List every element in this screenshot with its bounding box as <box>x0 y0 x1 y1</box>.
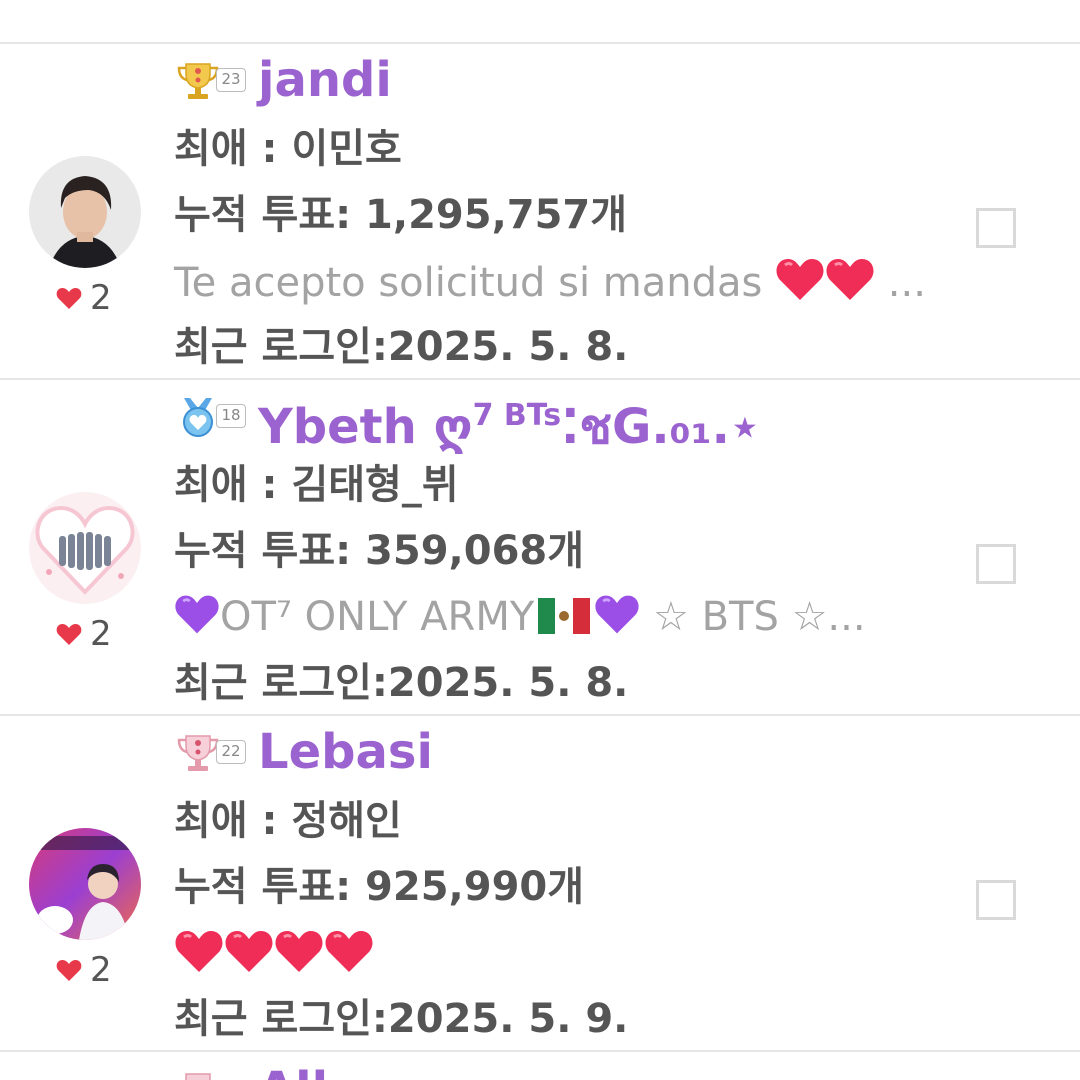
avatar[interactable] <box>29 492 141 604</box>
blue-heart-medal-icon: 18 <box>176 394 248 438</box>
red-heart-icon <box>175 931 223 972</box>
total-votes: 누적 투표: 359,068개 <box>174 528 585 574</box>
like-count: 2 <box>90 278 112 318</box>
total-votes: 누적 투표: 925,990개 <box>174 864 585 910</box>
gold-trophy-icon: 23 <box>176 58 248 102</box>
like-counter[interactable]: 2 <box>56 950 112 990</box>
status-message <box>174 928 374 980</box>
mexico-flag-icon <box>538 598 591 634</box>
last-login: 최근 로그인:2025. 5. 8. <box>174 324 629 370</box>
red-heart-icon <box>826 259 874 300</box>
heart-icon <box>56 624 82 645</box>
like-count: 2 <box>90 950 112 990</box>
like-counter[interactable]: 2 <box>56 278 112 318</box>
status-message: Te acepto solicitud si mandas ... <box>174 256 926 308</box>
previous-row-partial <box>0 0 1080 44</box>
select-checkbox[interactable] <box>976 208 1016 248</box>
level-badge: 18 <box>216 404 246 428</box>
heart-icon <box>56 960 82 981</box>
next-row-partial: All <box>0 1052 1080 1080</box>
next-username-fragment: All <box>258 1062 328 1080</box>
select-checkbox[interactable] <box>976 880 1016 920</box>
user-row[interactable]: 2 23 jandi 최애 : 이민호 누적 투표: 1,295,757개 Te… <box>0 44 1080 380</box>
purple-heart-icon <box>175 595 219 634</box>
user-row[interactable]: 2 22 Lebasi 최애 : 정해인 누적 투표: 925,990개 최근 … <box>0 716 1080 1052</box>
red-heart-icon <box>776 259 824 300</box>
avatar[interactable] <box>29 828 141 940</box>
username[interactable]: Ybeth ღ7 BTs⁚ชG.₀₁.⋆ <box>258 386 760 457</box>
last-login: 최근 로그인:2025. 5. 9. <box>174 996 629 1042</box>
total-votes: 누적 투표: 1,295,757개 <box>174 192 628 238</box>
red-heart-icon <box>325 931 373 972</box>
favorite-idol: 최애 : 김태형_뷔 <box>174 462 459 508</box>
status-message: OT⁷ ONLY ARMY ☆ BTS ☆... <box>174 592 866 642</box>
level-badge: 22 <box>216 740 246 764</box>
like-count: 2 <box>90 614 112 654</box>
last-login: 최근 로그인:2025. 5. 8. <box>174 660 629 706</box>
avatar[interactable] <box>29 156 141 268</box>
select-checkbox[interactable] <box>976 544 1016 584</box>
red-heart-icon <box>275 931 323 972</box>
user-row[interactable]: 2 18 Ybeth ღ7 BTs⁚ชG.₀₁.⋆ 최애 : 김태형_뷔 누적 … <box>0 380 1080 716</box>
favorite-idol: 최애 : 이민호 <box>174 126 402 172</box>
heart-icon <box>56 288 82 309</box>
like-counter[interactable]: 2 <box>56 614 112 654</box>
purple-heart-icon <box>595 595 639 634</box>
trophy-icon <box>176 1068 248 1080</box>
username[interactable]: jandi <box>258 50 392 110</box>
username[interactable]: Lebasi <box>258 722 433 782</box>
pink-trophy-icon: 22 <box>176 730 248 774</box>
level-badge: 23 <box>216 68 246 92</box>
favorite-idol: 최애 : 정해인 <box>174 798 402 844</box>
red-heart-icon <box>225 931 273 972</box>
